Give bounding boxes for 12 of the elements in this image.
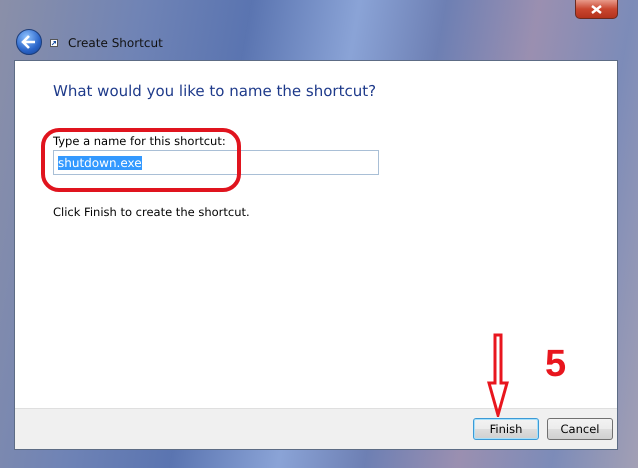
- close-button[interactable]: [575, 0, 618, 19]
- window-title: Create Shortcut: [68, 36, 163, 50]
- instruction-text: Click Finish to create the shortcut.: [53, 205, 251, 219]
- close-icon: [591, 4, 602, 14]
- dialog-heading: What would you like to name the shortcut?: [53, 82, 378, 100]
- field-label: Type a name for this shortcut:: [53, 134, 227, 148]
- step-number: 5: [545, 343, 566, 386]
- back-arrow-icon: [21, 35, 37, 49]
- shortcut-icon: [50, 39, 58, 47]
- finish-button[interactable]: Finish: [473, 418, 539, 440]
- cancel-button[interactable]: Cancel: [547, 418, 613, 440]
- back-button[interactable]: [16, 29, 42, 55]
